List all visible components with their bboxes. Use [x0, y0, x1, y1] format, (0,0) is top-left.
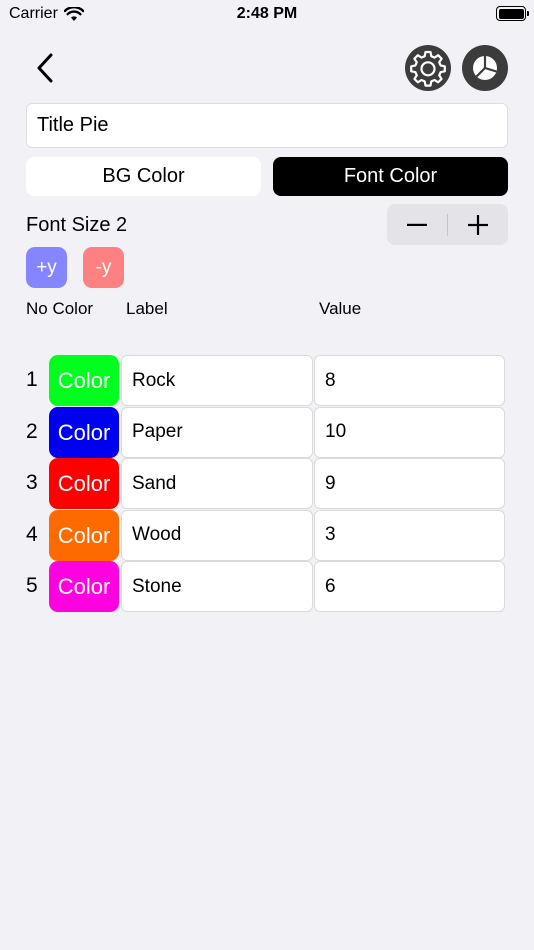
increment-button[interactable]: [448, 204, 508, 245]
value-input[interactable]: [314, 509, 505, 561]
value-input[interactable]: [314, 406, 505, 458]
table-row: 2 Color: [0, 406, 534, 458]
row-index: 4: [26, 522, 38, 546]
header-value: Value: [319, 299, 362, 318]
font-color-button[interactable]: Font Color: [273, 157, 508, 196]
color-swatch-button[interactable]: Color: [49, 355, 119, 406]
row-index: 5: [26, 574, 38, 598]
chart-title-input[interactable]: [26, 103, 508, 148]
minus-icon: [407, 223, 427, 226]
status-bar: Carrier 2:48 PM: [0, 0, 534, 30]
value-input[interactable]: [314, 458, 505, 510]
battery-icon: [496, 6, 529, 21]
value-input[interactable]: [314, 561, 505, 613]
row-index: 3: [26, 471, 38, 495]
minus-y-button[interactable]: -y: [83, 247, 124, 288]
header-label: Label: [126, 299, 168, 318]
battery-fill: [498, 8, 524, 19]
status-time: 2:48 PM: [236, 5, 298, 22]
color-swatch-button[interactable]: Color: [49, 458, 119, 510]
label-input[interactable]: [121, 561, 313, 613]
pie-chart-button[interactable]: [462, 45, 508, 91]
label-input[interactable]: [121, 458, 313, 510]
font-size-stepper: [387, 204, 508, 245]
header-no-color[interactable]: No Color: [26, 299, 93, 319]
data-rows: 1 Color 2 Color 3 Color 4 Color 5 Color: [0, 354, 534, 613]
decrement-button[interactable]: [387, 204, 447, 245]
table-row: 1 Color: [0, 354, 534, 406]
plus-y-button[interactable]: +y: [26, 247, 67, 288]
label-input[interactable]: [121, 406, 313, 458]
color-swatch-button[interactable]: Color: [49, 509, 119, 561]
table-row: 5 Color: [0, 560, 534, 613]
value-input[interactable]: [314, 355, 505, 406]
color-swatch-button[interactable]: Color: [49, 406, 119, 458]
label-input[interactable]: [121, 509, 313, 561]
font-size-label: Font Size 2: [26, 214, 128, 236]
row-index: 1: [26, 368, 38, 391]
back-button[interactable]: [28, 48, 62, 88]
row-index: 2: [26, 419, 38, 443]
settings-button[interactable]: [405, 45, 451, 91]
pie-chart-icon: [473, 56, 497, 80]
bg-color-button[interactable]: BG Color: [26, 157, 261, 196]
gear-icon: [410, 50, 446, 87]
color-swatch-button[interactable]: Color: [49, 561, 119, 613]
label-input[interactable]: [121, 355, 313, 406]
table-row: 4 Color: [0, 509, 534, 561]
screen: Carrier 2:48 PM Title Pie BG Color Font …: [0, 0, 534, 950]
chevron-left-icon: [37, 53, 53, 83]
table-row: 3 Color: [0, 457, 534, 510]
plus-icon: [468, 214, 488, 235]
